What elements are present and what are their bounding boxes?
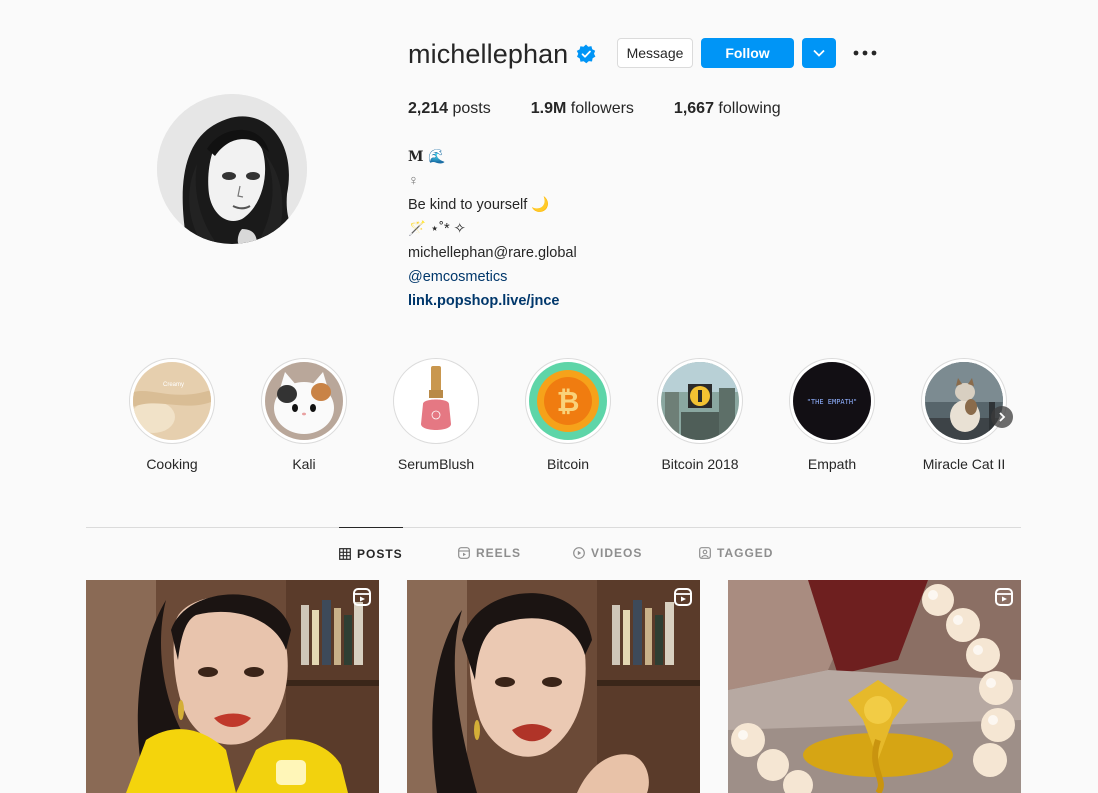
profile-stats: 2,214 posts 1.9M followers 1,667 followi… bbox=[408, 100, 821, 118]
suggested-dropdown-button[interactable] bbox=[802, 38, 836, 68]
highlights-next-button[interactable] bbox=[991, 406, 1013, 428]
reels-icon bbox=[458, 547, 470, 559]
followers-count: 1.9M bbox=[530, 100, 567, 117]
reel-icon bbox=[674, 588, 692, 606]
svg-text:₿: ₿ bbox=[557, 386, 580, 417]
post-tile[interactable] bbox=[86, 580, 379, 793]
profile-avatar[interactable] bbox=[157, 94, 307, 244]
profile-tabs: POSTS REELS VIDEOS TAGGED bbox=[86, 527, 1021, 579]
highlight-bitcoin[interactable]: ₿ Bitcoin bbox=[524, 358, 612, 472]
highlight-label: Kali bbox=[292, 456, 316, 472]
highlight-label: SerumBlush bbox=[397, 456, 475, 472]
reel-icon bbox=[353, 588, 371, 606]
bio-mention-link[interactable]: @emcosmetics bbox=[408, 265, 577, 289]
posts-stat: 2,214 posts bbox=[408, 100, 491, 118]
follow-button[interactable]: Follow bbox=[701, 38, 794, 68]
tab-posts[interactable]: POSTS bbox=[339, 527, 403, 579]
following-label: following bbox=[718, 100, 781, 117]
chevron-right-icon bbox=[999, 412, 1006, 422]
chevron-down-icon bbox=[813, 49, 825, 57]
posts-count: 2,214 bbox=[408, 100, 449, 117]
verified-badge-icon bbox=[576, 44, 596, 64]
message-button[interactable]: Message bbox=[617, 38, 693, 68]
highlight-serumblush[interactable]: SerumBlush bbox=[392, 358, 480, 472]
tagged-icon bbox=[699, 547, 711, 559]
bio-line-symbol: ♀ bbox=[408, 173, 419, 189]
highlight-label: Bitcoin 2018 bbox=[661, 456, 739, 472]
more-dots-icon bbox=[853, 50, 877, 56]
tab-label: TAGGED bbox=[717, 546, 774, 560]
empath-overlay-text: "THE EMPATH" bbox=[807, 398, 858, 406]
highlight-cooking[interactable]: Creamy Cooking bbox=[128, 358, 216, 472]
tab-videos[interactable]: VIDEOS bbox=[573, 527, 642, 579]
following-stat[interactable]: 1,667 following bbox=[674, 100, 781, 118]
post-tile[interactable] bbox=[407, 580, 700, 793]
tab-label: POSTS bbox=[357, 546, 403, 561]
highlight-label: Empath bbox=[807, 456, 857, 472]
highlight-kali[interactable]: Kali bbox=[260, 358, 348, 472]
reel-icon bbox=[995, 588, 1013, 606]
tab-label: VIDEOS bbox=[591, 546, 643, 560]
highlight-empath[interactable]: "THE EMPATH" Empath bbox=[788, 358, 876, 472]
posts-label: posts bbox=[452, 100, 491, 117]
followers-stat[interactable]: 1.9M followers bbox=[531, 100, 634, 118]
more-options-button[interactable] bbox=[852, 42, 878, 64]
bio-external-link[interactable]: link.popshop.live/jnce bbox=[408, 289, 577, 313]
highlight-label: Miracle Cat II bbox=[922, 456, 1006, 472]
play-icon bbox=[573, 547, 585, 559]
highlight-bitcoin-2018[interactable]: Bitcoin 2018 bbox=[656, 358, 744, 472]
bio-line-tagline: Be kind to yourself 🌙 bbox=[408, 197, 550, 213]
highlight-label: Bitcoin bbox=[546, 456, 590, 472]
followers-label: followers bbox=[570, 100, 634, 117]
bio-email: michellephan@rare.global bbox=[408, 245, 577, 261]
tab-reels[interactable]: REELS bbox=[458, 527, 521, 579]
following-count: 1,667 bbox=[673, 100, 714, 117]
tab-label: REELS bbox=[476, 546, 522, 560]
story-highlights: Creamy Cooking Kali SerumBlush ₿ Bitcoin… bbox=[128, 358, 1028, 488]
bio-name: 𝐌 🌊 bbox=[408, 149, 446, 165]
profile-header: michellephan bbox=[408, 38, 596, 70]
tab-tagged[interactable]: TAGGED bbox=[699, 527, 773, 579]
bio-line-sparkles: 🪄 ⋆˚* ✧ bbox=[408, 221, 466, 237]
profile-username: michellephan bbox=[408, 39, 569, 69]
grid-icon bbox=[339, 547, 351, 560]
cooking-overlay-text: Creamy bbox=[163, 382, 184, 388]
post-tile[interactable] bbox=[728, 580, 1021, 793]
profile-bio: 𝐌 🌊 ♀ Be kind to yourself 🌙 🪄 ⋆˚* ✧ mich… bbox=[408, 145, 577, 313]
highlight-label: Cooking bbox=[146, 456, 198, 472]
